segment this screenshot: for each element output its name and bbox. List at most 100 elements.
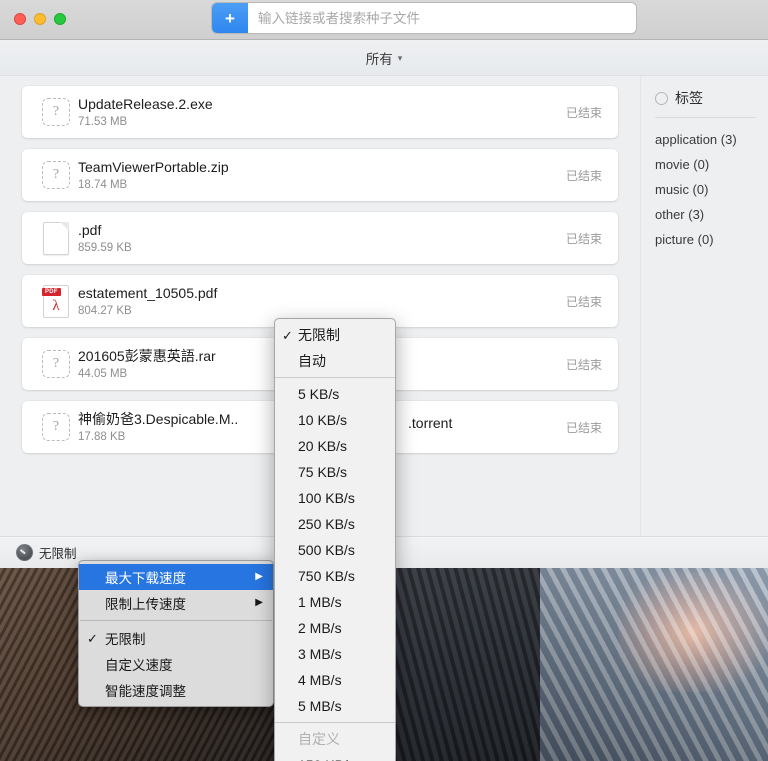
screen: + 所有 ▾ ? UpdateRelease.2.exe 71.53 MB bbox=[0, 0, 768, 761]
submenu-arrow-icon: ▶ bbox=[255, 597, 263, 608]
file-name-tail: .torrent bbox=[408, 415, 453, 431]
submenu-item-label: 1 MB/s bbox=[298, 594, 342, 610]
submenu-item-100kbs[interactable]: 100 KB/s bbox=[275, 485, 395, 511]
submenu-item-label: 2 MB/s bbox=[298, 620, 342, 636]
submenu-item-2mbs[interactable]: 2 MB/s bbox=[275, 615, 395, 641]
window-titlebar: + bbox=[0, 0, 768, 40]
table-row[interactable]: ? UpdateRelease.2.exe 71.53 MB 已结束 bbox=[22, 86, 618, 138]
divider bbox=[80, 620, 272, 621]
submenu-item-label: 无限制 bbox=[298, 327, 340, 343]
submenu-item-150kbs[interactable]: 150 KB/s bbox=[275, 752, 395, 761]
submenu-item-label: 20 KB/s bbox=[298, 438, 348, 454]
submenu-item-label: 250 KB/s bbox=[298, 516, 355, 532]
submenu-item-label: 750 KB/s bbox=[298, 568, 355, 584]
file-info: UpdateRelease.2.exe 71.53 MB bbox=[78, 95, 554, 130]
menu-item-max-download-speed[interactable]: 最大下载速度 ▶ bbox=[79, 564, 273, 590]
submenu-item-10kbs[interactable]: 10 KB/s bbox=[275, 407, 395, 433]
menu-item-label: 限制上传速度 bbox=[105, 597, 186, 612]
submenu-item-label: 150 KB/s bbox=[298, 757, 355, 761]
max-download-speed-submenu[interactable]: ✓ 无限制 自动 5 KB/s 10 KB/s 20 KB/s 75 KB/s … bbox=[274, 318, 396, 761]
close-button[interactable] bbox=[14, 13, 26, 25]
filter-label: 所有 bbox=[365, 51, 393, 67]
submenu-item-label: 自动 bbox=[298, 353, 326, 369]
divider bbox=[655, 117, 756, 118]
submenu-item-label: 10 KB/s bbox=[298, 412, 348, 428]
file-name: TeamViewerPortable.zip bbox=[78, 158, 229, 175]
file-info: TeamViewerPortable.zip 18.74 MB bbox=[78, 158, 554, 193]
submenu-item-1mbs[interactable]: 1 MB/s bbox=[275, 589, 395, 615]
speedometer-icon[interactable] bbox=[16, 544, 33, 561]
file-size: 71.53 MB bbox=[78, 115, 128, 128]
file-size: 18.74 MB bbox=[78, 178, 128, 191]
submenu-item-unlimited[interactable]: ✓ 无限制 bbox=[275, 322, 395, 348]
pdf-badge-label: PDF bbox=[42, 287, 61, 296]
submenu-item-750kbs[interactable]: 750 KB/s bbox=[275, 563, 395, 589]
pdf-file-icon: PDF λ bbox=[34, 284, 78, 318]
submenu-item-label: 3 MB/s bbox=[298, 646, 342, 662]
submenu-item-label: 100 KB/s bbox=[298, 490, 355, 506]
sidebar-item-picture[interactable]: picture (0) bbox=[655, 227, 768, 252]
file-name: .pdf bbox=[78, 221, 102, 238]
chevron-down-icon: ▾ bbox=[397, 53, 403, 63]
submenu-item-label: 5 MB/s bbox=[298, 698, 342, 714]
file-size: 804.27 KB bbox=[78, 304, 132, 317]
menu-item-label: 无限制 bbox=[105, 632, 146, 647]
menu-item-label: 自定义速度 bbox=[105, 658, 173, 673]
filter-all-dropdown[interactable]: 所有 ▾ bbox=[366, 48, 403, 68]
submenu-item-3mbs[interactable]: 3 MB/s bbox=[275, 641, 395, 667]
sidebar-item-application[interactable]: application (3) bbox=[655, 127, 768, 152]
status-badge: 已结束 bbox=[565, 231, 602, 246]
menu-item-custom-speed[interactable]: 自定义速度 bbox=[79, 651, 273, 677]
speed-context-menu[interactable]: 最大下载速度 ▶ 限制上传速度 ▶ ✓ 无限制 自定义速度 智能速度调整 bbox=[78, 560, 274, 707]
tags-title: 标签 bbox=[675, 90, 703, 106]
zoom-button[interactable] bbox=[54, 13, 66, 25]
wallpaper-sunlit-ridge bbox=[618, 572, 768, 692]
add-torrent-button[interactable]: + bbox=[212, 3, 248, 33]
menu-item-limit-upload-speed[interactable]: 限制上传速度 ▶ bbox=[79, 590, 273, 616]
submenu-item-500kbs[interactable]: 500 KB/s bbox=[275, 537, 395, 563]
search-input[interactable] bbox=[248, 3, 636, 33]
submenu-item-75kbs[interactable]: 75 KB/s bbox=[275, 459, 395, 485]
acrobat-glyph: λ bbox=[52, 297, 60, 314]
status-badge: 已结束 bbox=[565, 420, 602, 435]
submenu-item-auto[interactable]: 自动 bbox=[275, 348, 395, 374]
submenu-item-250kbs[interactable]: 250 KB/s bbox=[275, 511, 395, 537]
unknown-file-icon: ? bbox=[34, 413, 78, 441]
status-badge: 已结束 bbox=[565, 357, 602, 372]
unknown-file-icon: ? bbox=[34, 161, 78, 189]
tags-header[interactable]: 标签 bbox=[655, 88, 768, 117]
divider bbox=[275, 722, 395, 723]
window-controls bbox=[14, 13, 66, 25]
file-name: estatement_10505.pdf bbox=[78, 284, 218, 301]
sidebar-item-movie[interactable]: movie (0) bbox=[655, 152, 768, 177]
divider bbox=[275, 377, 395, 378]
submenu-item-4mbs[interactable]: 4 MB/s bbox=[275, 667, 395, 693]
filter-bar: 所有 ▾ bbox=[0, 40, 768, 76]
menu-item-smart-speed[interactable]: 智能速度调整 bbox=[79, 677, 273, 703]
document-file-icon bbox=[34, 221, 78, 255]
submenu-item-label: 自定义 bbox=[298, 731, 340, 747]
status-badge: 已结束 bbox=[565, 168, 602, 183]
check-icon: ✓ bbox=[87, 630, 98, 646]
menu-item-label: 智能速度调整 bbox=[105, 684, 186, 699]
submenu-section-custom: 自定义 bbox=[275, 726, 395, 752]
sidebar-item-music[interactable]: music (0) bbox=[655, 177, 768, 202]
add-search-bar: + bbox=[212, 3, 636, 33]
submenu-item-5mbs[interactable]: 5 MB/s bbox=[275, 693, 395, 719]
table-row[interactable]: .pdf 859.59 KB 已结束 bbox=[22, 212, 618, 264]
sidebar-item-other[interactable]: other (3) bbox=[655, 202, 768, 227]
menu-item-unlimited[interactable]: ✓ 无限制 bbox=[79, 625, 273, 651]
status-badge: 已结束 bbox=[565, 294, 602, 309]
check-icon: ✓ bbox=[282, 327, 293, 343]
minimize-button[interactable] bbox=[34, 13, 46, 25]
speed-limit-label[interactable]: 无限制 bbox=[39, 543, 77, 562]
file-name: UpdateRelease.2.exe bbox=[78, 95, 213, 112]
submenu-item-label: 4 MB/s bbox=[298, 672, 342, 688]
submenu-item-20kbs[interactable]: 20 KB/s bbox=[275, 433, 395, 459]
unknown-file-icon: ? bbox=[34, 350, 78, 378]
file-size: 859.59 KB bbox=[78, 241, 132, 254]
submenu-item-5kbs[interactable]: 5 KB/s bbox=[275, 381, 395, 407]
file-info: .pdf 859.59 KB bbox=[78, 221, 554, 256]
submenu-item-label: 500 KB/s bbox=[298, 542, 355, 558]
table-row[interactable]: ? TeamViewerPortable.zip 18.74 MB 已结束 bbox=[22, 149, 618, 201]
